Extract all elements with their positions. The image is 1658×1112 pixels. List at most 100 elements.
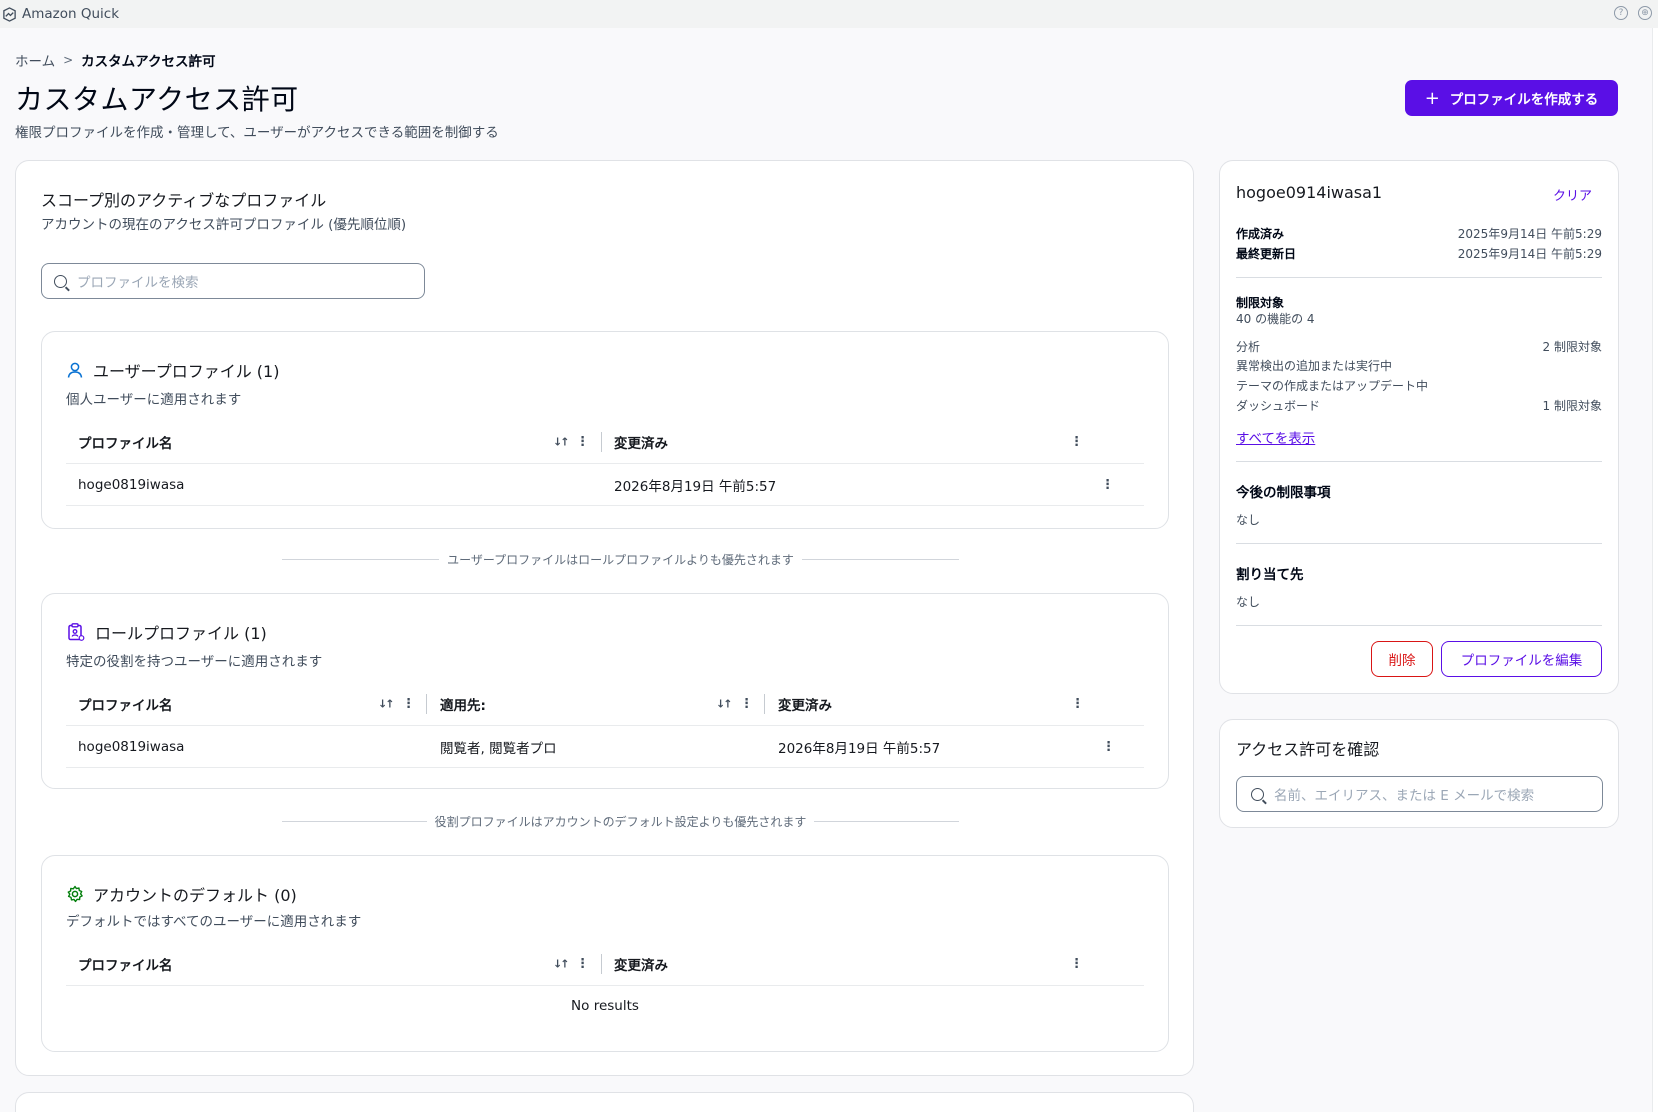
updated-label: 最終更新日 xyxy=(1236,247,1297,261)
role-profiles-title: ロールプロファイル (1) xyxy=(95,624,267,643)
precedence-note-text: ユーザープロファイルはロールプロファイルよりも優先されます xyxy=(447,552,794,567)
help-icon[interactable]: ? xyxy=(1614,6,1628,20)
analysis-count: 2 制限対象 xyxy=(1542,340,1602,354)
breadcrumb-current: カスタムアクセス許可 xyxy=(81,54,216,70)
search-icon xyxy=(54,274,67,288)
account-defaults-subtitle: デフォルトではすべてのユーザーに適用されます xyxy=(66,914,362,930)
profile-detail-name: hogoe0914iwasa1 xyxy=(1236,183,1383,202)
analysis-item: 異常検出の追加または実行中 xyxy=(1236,359,1393,373)
create-profile-button[interactable]: + プロファイルを作成する xyxy=(1405,80,1618,116)
table-header: プロファイル名 ↓↑ ⋮ 変更済み ⋮ xyxy=(66,942,1144,986)
profile-detail-panel: hogoe0914iwasa1 クリア 作成済み 2025年9月14日 午前5:… xyxy=(1219,160,1619,694)
sort-icon[interactable]: ↓↑ xyxy=(378,697,395,710)
divider xyxy=(1236,461,1602,462)
scrollbar[interactable] xyxy=(1652,28,1658,1112)
row-actions-kebab-icon[interactable]: ⋮ xyxy=(1102,739,1115,754)
modified-cell: 2026年8月19日 午前5:57 xyxy=(778,740,941,757)
user-profiles-section: ユーザープロファイル (1) 個人ユーザーに適用されます プロファイル名 ↓↑ … xyxy=(41,331,1169,529)
profile-name-cell[interactable]: hoge0819iwasa xyxy=(78,739,184,755)
account-defaults-section: アカウントのデフォルト (0) デフォルトではすべてのユーザーに適用されます プ… xyxy=(41,855,1169,1052)
active-profiles-panel: スコープ別のアクティブなプロファイル アカウントの現在のアクセス許可プロファイル… xyxy=(15,160,1194,1076)
app-title: Amazon Quick xyxy=(22,6,120,22)
check-access-search-input[interactable]: 名前、エイリアス、または E メールで検索 xyxy=(1236,776,1603,812)
clear-button[interactable]: クリア xyxy=(1553,185,1592,204)
globe-icon[interactable]: ⊕ xyxy=(1638,6,1652,20)
divider xyxy=(1236,543,1602,544)
created-label: 作成済み xyxy=(1236,227,1285,241)
sort-icon[interactable]: ↓↑ xyxy=(716,697,733,710)
show-all-link[interactable]: すべてを表示 xyxy=(1236,427,1315,447)
updated-value: 2025年9月14日 午前5:29 xyxy=(1457,247,1602,261)
next-panel xyxy=(15,1092,1194,1112)
kebab-icon[interactable]: ⋮ xyxy=(1071,696,1084,711)
kebab-icon[interactable]: ⋮ xyxy=(740,696,753,711)
column-resizer[interactable] xyxy=(601,954,602,974)
kebab-icon[interactable]: ⋮ xyxy=(576,434,589,449)
assigned-to-value: なし xyxy=(1236,595,1261,609)
column-resizer[interactable] xyxy=(601,432,602,452)
panel-subtitle: アカウントの現在のアクセス許可プロファイル (優先順位順) xyxy=(41,217,407,233)
kebab-icon[interactable]: ⋮ xyxy=(1070,956,1083,971)
profile-name-cell[interactable]: hoge0819iwasa xyxy=(78,477,184,493)
row-actions-kebab-icon[interactable]: ⋮ xyxy=(1101,477,1114,492)
divider xyxy=(1236,277,1602,278)
breadcrumb-home-link[interactable]: ホーム xyxy=(15,50,55,70)
user-icon xyxy=(67,362,83,378)
sort-icon[interactable]: ↓↑ xyxy=(553,435,570,448)
kebab-icon[interactable]: ⋮ xyxy=(402,696,415,711)
top-bar: Amazon Quick ? ⊕ xyxy=(0,0,1658,28)
chevron-right-icon: > xyxy=(63,53,74,67)
kebab-icon[interactable]: ⋮ xyxy=(576,956,589,971)
search-placeholder: プロファイルを検索 xyxy=(77,275,199,291)
table-row[interactable]: hoge0819iwasa 閲覧者, 閲覧者プロ 2026年8月19日 午前5:… xyxy=(66,726,1144,768)
table-row[interactable]: hoge0819iwasa 2026年8月19日 午前5:57 ⋮ xyxy=(66,464,1144,506)
restricted-count: 40 の機能の 4 xyxy=(1236,312,1315,326)
delete-button[interactable]: 削除 xyxy=(1371,641,1433,677)
precedence-note: ユーザープロファイルはロールプロファイルよりも優先されます xyxy=(282,551,959,567)
column-header-profile-name[interactable]: プロファイル名 xyxy=(78,694,173,714)
plus-icon: + xyxy=(1424,87,1440,109)
created-value: 2025年9月14日 午前5:29 xyxy=(1457,227,1602,241)
create-profile-label: プロファイルを作成する xyxy=(1449,92,1599,108)
check-access-panel: アクセス許可を確認 名前、エイリアス、または E メールで検索 xyxy=(1219,719,1619,828)
search-placeholder: 名前、エイリアス、または E メールで検索 xyxy=(1274,788,1535,804)
user-profiles-title: ユーザープロファイル (1) xyxy=(93,362,280,381)
column-header-modified[interactable]: 変更済み xyxy=(614,432,668,452)
future-restrictions-label: 今後の制限事項 xyxy=(1236,485,1331,501)
empty-state: No results xyxy=(571,998,639,1014)
edit-profile-button[interactable]: プロファイルを編集 xyxy=(1441,641,1602,677)
created-row: 作成済み 2025年9月14日 午前5:29 xyxy=(1236,225,1602,242)
check-access-title: アクセス許可を確認 xyxy=(1236,740,1380,759)
column-resizer[interactable] xyxy=(426,694,427,714)
divider xyxy=(1236,625,1602,626)
account-defaults-title: アカウントのデフォルト (0) xyxy=(93,886,297,905)
column-resizer[interactable] xyxy=(764,694,765,714)
dashboard-label: ダッシュボード xyxy=(1236,399,1321,413)
column-header-profile-name[interactable]: プロファイル名 xyxy=(78,954,173,974)
restricted-label: 制限対象 xyxy=(1236,296,1285,310)
future-restrictions-value: なし xyxy=(1236,513,1261,527)
user-profiles-subtitle: 個人ユーザーに適用されます xyxy=(66,392,242,408)
updated-row: 最終更新日 2025年9月14日 午前5:29 xyxy=(1236,245,1602,262)
panel-title: スコープ別のアクティブなプロファイル xyxy=(41,191,327,210)
profile-search-input[interactable]: プロファイルを検索 xyxy=(41,263,425,299)
search-icon xyxy=(1251,787,1264,801)
kebab-icon[interactable]: ⋮ xyxy=(1070,434,1083,449)
role-profiles-subtitle: 特定の役割を持つユーザーに適用されます xyxy=(66,654,323,670)
applies-to-cell: 閲覧者, 閲覧者プロ xyxy=(440,740,557,757)
assigned-to-label: 割り当て先 xyxy=(1236,567,1304,583)
table-header: プロファイル名 ↓↑ ⋮ 変更済み ⋮ xyxy=(66,420,1144,464)
column-header-modified[interactable]: 変更済み xyxy=(778,694,832,714)
column-header-modified[interactable]: 変更済み xyxy=(614,954,668,974)
column-header-profile-name[interactable]: プロファイル名 xyxy=(78,432,173,452)
sort-icon[interactable]: ↓↑ xyxy=(553,957,570,970)
page-description: 権限プロファイルを作成・管理して、ユーザーがアクセスできる範囲を制御する xyxy=(15,125,499,141)
analysis-label: 分析 xyxy=(1236,340,1261,354)
clipboard-user-icon xyxy=(68,623,85,641)
breadcrumb: ホーム > カスタムアクセス許可 xyxy=(15,50,216,70)
role-profiles-section: ロールプロファイル (1) 特定の役割を持つユーザーに適用されます プロファイル… xyxy=(41,593,1169,789)
column-header-applies-to[interactable]: 適用先: xyxy=(440,694,486,714)
quick-logo-icon[interactable] xyxy=(2,6,17,22)
page-title: カスタムアクセス許可 xyxy=(15,83,299,116)
analysis-item: テーマの作成またはアップデート中 xyxy=(1236,379,1429,393)
